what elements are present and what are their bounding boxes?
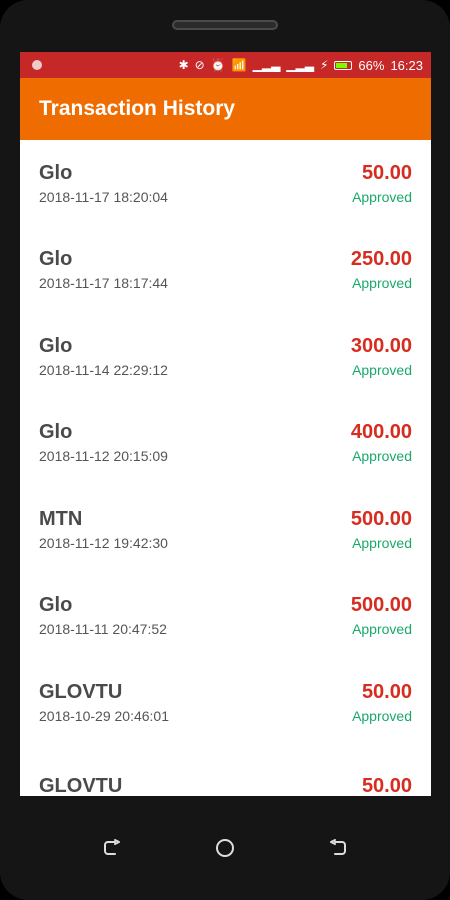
network-name: Glo (39, 421, 73, 444)
transaction-row[interactable]: Glo 2018-11-14 22:29:12 300.00 Approved (20, 313, 431, 400)
phone-frame: ✱ ⊘ ⏰ 📶 ▁▂▃ ▁▂▃ ⚡ 66% 16:23 Transaction … (0, 0, 450, 900)
transaction-row[interactable]: GLOVTU 2018-10-29 20:46:01 50.00 Approve… (20, 659, 431, 746)
transaction-date: 2018-11-11 20:47:52 (39, 621, 167, 638)
transaction-amount: 50.00 (361, 680, 412, 703)
transaction-status: Approved (352, 275, 412, 292)
transaction-row[interactable]: Glo 2018-11-17 18:20:04 50.00 Approved (20, 140, 431, 227)
network-name: Glo (39, 161, 73, 184)
battery-icon (334, 60, 353, 70)
signal-icon: ▁▂▃ (252, 58, 281, 72)
status-right: ✱ ⊘ ⏰ 📶 ▁▂▃ ▁▂▃ ⚡ 66% 16:23 (179, 58, 423, 73)
page-title: Transaction History (39, 97, 236, 120)
transaction-row[interactable]: Glo 2018-11-11 20:47:52 500.00 Approved (20, 573, 431, 660)
transaction-amount: 50.00 (361, 161, 412, 184)
recent-apps-icon[interactable] (99, 835, 125, 861)
transaction-date: 2018-11-17 18:17:44 (39, 275, 168, 292)
alarm-icon: ⏰ (210, 58, 226, 72)
transaction-amount: 400.00 (350, 421, 412, 444)
transaction-status: Approved (352, 188, 412, 205)
network-name: MTN (39, 507, 83, 530)
transaction-amount: 50.00 (361, 774, 412, 796)
network-name: GLOVTU (39, 680, 123, 703)
transaction-amount: 300.00 (350, 334, 412, 357)
network-name: Glo (39, 334, 73, 357)
transaction-date: 2018-11-12 20:15:09 (39, 448, 168, 465)
transaction-row[interactable]: MTN 2018-11-12 19:42:30 500.00 Approved (20, 486, 431, 573)
transaction-date: 2018-11-14 22:29:12 (39, 361, 168, 378)
transaction-list: Glo 2018-11-17 18:20:04 50.00 Approved G… (20, 140, 431, 796)
status-bar: ✱ ⊘ ⏰ 📶 ▁▂▃ ▁▂▃ ⚡ 66% 16:23 (20, 52, 431, 78)
network-name: Glo (39, 594, 73, 617)
transaction-amount: 500.00 (350, 594, 412, 617)
network-name: GLOVTU (39, 774, 123, 796)
charging-icon: ⚡ (319, 58, 329, 72)
transaction-date: 2018-11-17 18:20:04 (39, 188, 168, 205)
transaction-row[interactable]: Glo 2018-11-12 20:15:09 400.00 Approved (20, 400, 431, 487)
do-not-disturb-icon: ⊘ (194, 58, 205, 72)
transaction-amount: 250.00 (350, 248, 412, 271)
bluetooth-icon: ✱ (178, 58, 189, 72)
transaction-status: Approved (352, 707, 412, 724)
transaction-date: 2018-10-29 20:46:01 (39, 707, 169, 724)
back-icon[interactable] (325, 835, 351, 861)
transaction-status: Approved (352, 534, 412, 551)
signal-icon: ▁▂▃ (286, 58, 314, 72)
wifi-icon: 📶 (231, 58, 247, 72)
notification-dot-icon (32, 60, 42, 70)
transaction-date: 2018-11-12 19:42:30 (39, 534, 168, 551)
home-icon[interactable] (212, 835, 238, 861)
battery-fill (336, 62, 347, 68)
clock-time: 16:23 (390, 57, 423, 73)
transaction-amount: 500.00 (350, 507, 412, 530)
transaction-row[interactable]: GLOVTU 50.00 (20, 746, 431, 796)
battery-percent: 66% (358, 57, 385, 73)
status-left (32, 60, 42, 70)
navigation-bar (0, 796, 450, 900)
transaction-row[interactable]: Glo 2018-11-17 18:17:44 250.00 Approved (20, 227, 431, 314)
network-name: Glo (39, 248, 73, 271)
speaker-grille (172, 20, 278, 30)
transaction-status: Approved (352, 361, 412, 378)
transaction-status: Approved (352, 448, 412, 465)
app-bar: Transaction History (20, 78, 431, 140)
screen: ✱ ⊘ ⏰ 📶 ▁▂▃ ▁▂▃ ⚡ 66% 16:23 Transaction … (20, 52, 431, 796)
transaction-status: Approved (352, 621, 412, 638)
